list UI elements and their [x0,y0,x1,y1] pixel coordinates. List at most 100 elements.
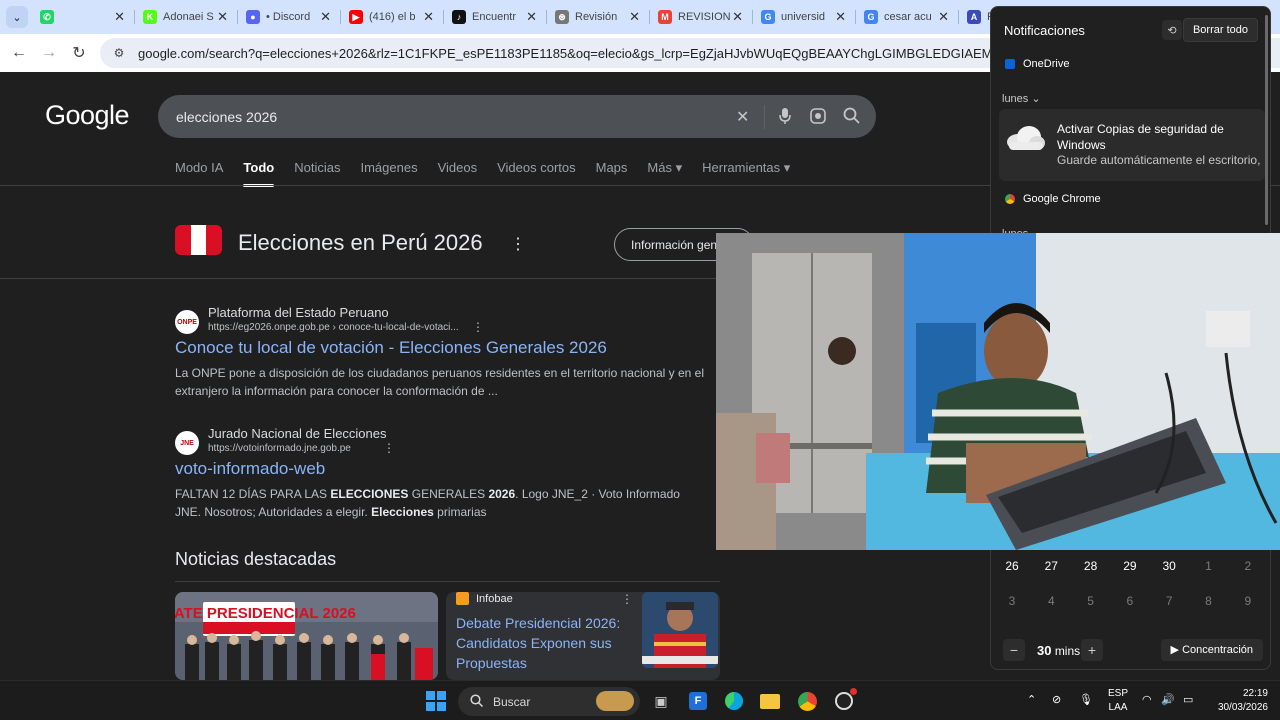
notification-card[interactable]: Activar Copias de seguridad de Windows G… [999,109,1265,181]
news-thumbnail[interactable] [642,592,718,668]
calendar-day[interactable]: 1 [1194,559,1224,573]
back-button[interactable]: ← [4,44,34,62]
news-image[interactable]: DEBATE PRESIDENCIAL 2026 [175,592,438,680]
calendar-day[interactable]: 3 [997,594,1027,608]
input-language[interactable]: ESP LAA [1108,687,1128,715]
news-card[interactable]: Infobae ⋮ Debate Presidencial 2026: Cand… [446,592,720,680]
calendar-day[interactable]: 4 [1036,594,1066,608]
news-menu-icon[interactable]: ⋮ [621,592,633,606]
more-options-icon[interactable]: ⋮ [510,234,526,254]
news-title-link[interactable]: Debate Presidencial 2026: Candidatos Exp… [456,613,626,673]
tab-tiktok[interactable]: ♪ Encuentr ✕ [444,0,547,34]
result-menu-icon[interactable]: ⋮ [472,320,484,334]
notification-scrollbar[interactable] [1265,15,1268,225]
result-site-name[interactable]: Plataforma del Estado Peruano [208,305,389,320]
result-title-link[interactable]: voto-informado-web [175,459,325,479]
calendar-day[interactable]: 7 [1154,594,1184,608]
wifi-icon[interactable]: ◠ [1142,693,1152,706]
close-tab-icon[interactable]: ✕ [526,9,537,25]
close-tab-icon[interactable]: ✕ [423,9,434,25]
tab-todo[interactable]: Todo [243,160,274,187]
close-tab-icon[interactable]: ✕ [114,9,125,25]
result-menu-icon[interactable]: ⋮ [383,441,395,455]
obs-icon[interactable] [833,688,857,712]
cloud-icon [1007,126,1045,150]
tab-whatsapp[interactable]: ✆ ✕ [32,0,135,34]
do-not-disturb-icon[interactable]: ⟲ [1162,20,1182,40]
tab-option[interactable]: Noticias [294,160,340,176]
calendar-day[interactable]: 2 [1233,559,1263,573]
calendar-day[interactable]: 8 [1194,594,1224,608]
microphone-icon[interactable] [778,107,792,130]
calendar-day[interactable]: 30 [1154,559,1184,573]
search-box[interactable]: elecciones 2026 ✕ [158,95,876,138]
notification-app-chrome[interactable]: Google Chrome [1005,193,1101,205]
tab-google-1[interactable]: Guniversid ✕ [753,0,856,34]
chrome-taskbar-icon[interactable] [796,690,818,712]
clear-all-button[interactable]: Borrar todo [1182,18,1258,42]
close-tab-icon[interactable]: ✕ [732,9,743,25]
tab-google-2[interactable]: Gcesar acu ✕ [856,0,959,34]
focus-start-button[interactable]: ▶ Concentración [1160,639,1263,661]
search-icon[interactable] [843,107,860,129]
knowledge-title: Elecciones en Perú 2026 [238,230,483,255]
result-title-link[interactable]: Conoce tu local de votación - Elecciones… [175,338,607,358]
taskbar-search[interactable]: Buscar [458,687,640,716]
calendar-day[interactable]: 9 [1233,594,1263,608]
tab-option[interactable]: Maps [596,160,628,176]
close-tab-icon[interactable]: ✕ [938,9,949,25]
tab-title: Adonaei S [163,11,214,23]
microphone-tray-icon[interactable]: 🎙 [1079,693,1093,706]
edge-icon[interactable] [723,690,745,712]
result-url[interactable]: https://votoinformado.jne.gob.pe [208,443,351,454]
todo-app-icon[interactable]: F [687,690,709,712]
close-tab-icon[interactable]: ✕ [217,9,228,25]
tab-option[interactable]: Imágenes [360,160,417,176]
tab-option[interactable]: Videos [438,160,478,176]
calendar-day[interactable]: 5 [1076,594,1106,608]
windows-taskbar: Buscar ▣ F ⌃ ⊘ 🎙 ESP LAA ◠ 🔊 ▭ 22:19 30/03… [0,680,1280,720]
tab-option[interactable]: Más ▾ [647,160,682,176]
battery-icon[interactable]: ▭ [1183,693,1193,706]
tab-option[interactable]: Herramientas ▾ [702,160,790,176]
lens-icon[interactable] [809,107,827,130]
decrease-minutes-button[interactable]: − [1003,639,1025,661]
taskbar-clock[interactable]: 22:19 30/03/2026 [1212,687,1268,715]
clear-icon[interactable]: ✕ [736,107,749,127]
calendar-day[interactable]: 26 [997,559,1027,573]
notification-day-header[interactable]: lunes ⌄ [1002,92,1041,105]
tab-favicon-icon: ▶ [349,10,363,24]
tab-discord[interactable]: ● • Discord ✕ [238,0,341,34]
calendar-day[interactable]: 29 [1115,559,1145,573]
tab-search-button[interactable]: ⌄ [6,6,28,28]
tab-title: Revisión [575,11,618,23]
tab-gmail[interactable]: M REVISION ✕ [650,0,753,34]
search-query[interactable]: elecciones 2026 [176,109,277,125]
calendar-day[interactable]: 6 [1115,594,1145,608]
increase-minutes-button[interactable]: + [1081,639,1103,661]
close-tab-icon[interactable]: ✕ [835,9,846,25]
show-hidden-icons[interactable]: ⌃ [1027,693,1036,706]
notification-app-onedrive[interactable]: OneDrive [1005,58,1069,70]
calendar-day[interactable]: 27 [1036,559,1066,573]
tab-option[interactable]: Modo IA [175,160,223,176]
close-tab-icon[interactable]: ✕ [629,9,640,25]
result-url[interactable]: https://eg2026.onpe.gob.pe › conoce-tu-l… [208,322,459,333]
snippet-part: FALTAN 12 DÍAS PARA LAS [175,487,331,501]
task-view-icon[interactable]: ▣ [650,690,672,712]
tab-chatgpt[interactable]: ⊛ Revisión ✕ [547,0,650,34]
start-button[interactable] [425,690,447,712]
google-logo[interactable]: Google [45,100,130,131]
reload-button[interactable]: ↻ [64,43,94,63]
close-tab-icon[interactable]: ✕ [320,9,331,25]
tab-youtube[interactable]: ▶ (416) el b ✕ [341,0,444,34]
tab-option[interactable]: Videos cortos [497,160,576,176]
volume-icon[interactable]: 🔊 [1161,693,1175,706]
forward-button[interactable]: → [34,44,64,62]
file-explorer-icon[interactable] [759,690,781,712]
network-off-icon[interactable]: ⊘ [1052,693,1061,706]
calendar-day[interactable]: 28 [1076,559,1106,573]
site-info-icon[interactable]: ⚙ [110,44,128,62]
tab-kick[interactable]: K Adonaei S ✕ [135,0,238,34]
result-site-name[interactable]: Jurado Nacional de Elecciones [208,426,387,441]
